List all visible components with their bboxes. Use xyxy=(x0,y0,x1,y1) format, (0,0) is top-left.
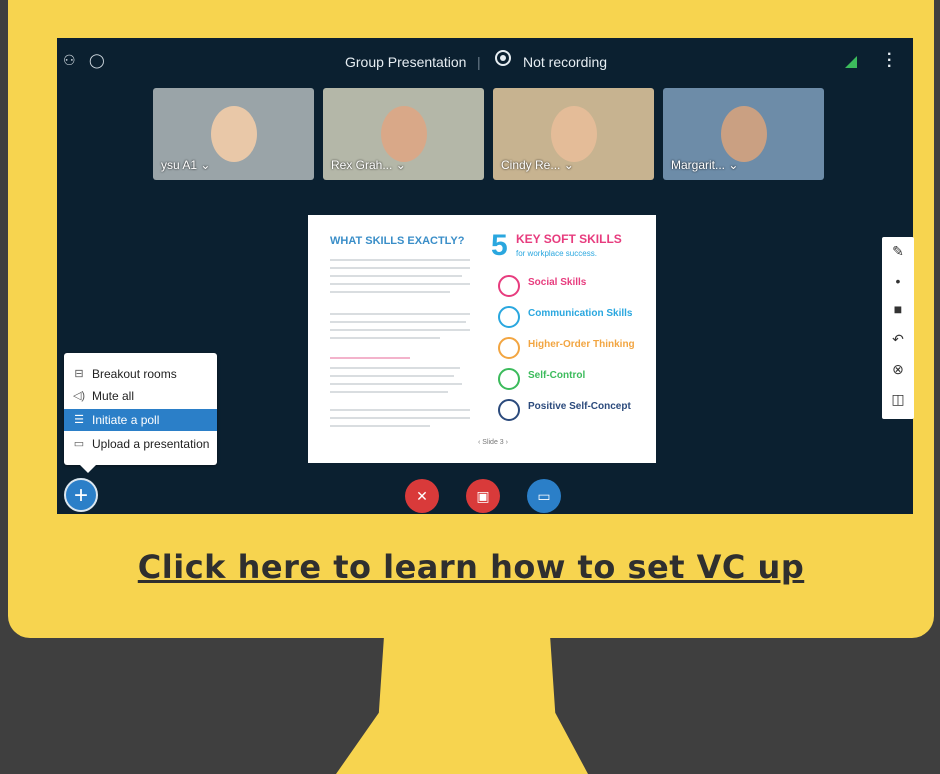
skill-icon xyxy=(498,306,520,328)
camera-off-icon[interactable]: ▣ xyxy=(466,479,500,513)
slide-text-line xyxy=(330,259,470,261)
participant-video[interactable]: Cindy Re... ⌄ xyxy=(493,88,654,180)
color-square-icon[interactable]: ■ xyxy=(882,301,914,317)
participant-name[interactable]: Margarit... ⌄ xyxy=(671,158,738,172)
slide-text-line xyxy=(330,417,470,419)
slide-text-line xyxy=(330,267,470,269)
undo-icon[interactable]: ↶ xyxy=(882,331,914,348)
participant-name[interactable]: Rex Grah... ⌄ xyxy=(331,158,406,172)
mute-all-icon: ◁) xyxy=(72,390,86,402)
menu-item-label: Mute all xyxy=(92,389,135,403)
record-icon[interactable] xyxy=(495,50,511,66)
skill-label: Social Skills xyxy=(528,277,587,288)
menu-item-label: Breakout rooms xyxy=(92,367,177,381)
presentation-slide: WHAT SKILLS EXACTLY? 5 KEY SOFT SKILLS f… xyxy=(308,215,656,463)
skill-icon xyxy=(498,275,520,297)
participant-video[interactable]: ysu A1 ⌄ xyxy=(153,88,314,180)
slide-text-line xyxy=(330,391,448,393)
breakout-rooms-item[interactable]: ⊟ Breakout rooms xyxy=(64,363,217,385)
menu-caret xyxy=(80,465,96,473)
slide-text-line xyxy=(330,367,460,369)
dot-icon[interactable]: • xyxy=(882,273,914,289)
screenshare-icon[interactable]: ▭ xyxy=(527,479,561,513)
signal-icon xyxy=(845,56,857,68)
participant-video[interactable]: Rex Grah... ⌄ xyxy=(323,88,484,180)
whiteboard-toolbar: ✎ • ■ ↶ ⊗ ◫ xyxy=(882,237,914,419)
upload-presentation-item[interactable]: ▭ Upload a presentation xyxy=(64,433,217,455)
menu-item-label: Upload a presentation xyxy=(92,437,210,451)
skill-icon xyxy=(498,399,520,421)
more-vertical-icon[interactable]: · · · xyxy=(887,47,892,75)
slide-text-line xyxy=(330,383,462,385)
slide-text-line xyxy=(330,291,450,293)
slide-right-subtitle: for workplace success. xyxy=(516,249,597,258)
mic-off-icon[interactable]: ✕ xyxy=(405,479,439,513)
slide-text-line xyxy=(330,283,470,285)
menu-item-label: Initiate a poll xyxy=(92,413,160,427)
slide-text-line xyxy=(330,313,470,315)
participant-face xyxy=(550,106,597,162)
participant-face xyxy=(720,106,767,162)
actions-button[interactable]: + xyxy=(64,478,98,512)
poll-icon: ☰ xyxy=(74,414,84,426)
participant-video[interactable]: Margarit... ⌄ xyxy=(663,88,824,180)
monitor-frame: ⚇ ◯ Group Presentation | Not recording ·… xyxy=(8,0,934,638)
skill-label: Positive Self-Concept xyxy=(528,401,631,412)
skill-label: Communication Skills xyxy=(528,308,633,319)
initiate-poll-item[interactable]: ☰ Initiate a poll xyxy=(64,409,217,431)
participant-name[interactable]: ysu A1 ⌄ xyxy=(161,158,210,172)
slide-big-number: 5 xyxy=(491,229,508,262)
skill-label: Higher-Order Thinking xyxy=(528,339,635,350)
slide-text-line xyxy=(330,409,470,411)
slide-navigation[interactable]: ‹ Slide 3 › xyxy=(478,439,508,446)
participant-name[interactable]: Cindy Re... ⌄ xyxy=(501,158,574,172)
actions-menu: ⊟ Breakout rooms ◁) Mute all ☰ Initiate … xyxy=(64,353,217,473)
conference-screen: ⚇ ◯ Group Presentation | Not recording ·… xyxy=(57,38,914,514)
user-icon[interactable]: ⚇ xyxy=(63,52,76,69)
participant-face xyxy=(210,106,257,162)
clear-icon[interactable]: ⊗ xyxy=(882,361,914,378)
slide-text-line xyxy=(330,329,470,331)
slide-text-line xyxy=(330,375,454,377)
monitor-stand xyxy=(336,638,588,774)
slide-left-title: WHAT SKILLS EXACTLY? xyxy=(330,235,465,247)
slide-right-title: KEY SOFT SKILLS xyxy=(516,232,622,246)
presentation-icon: ▭ xyxy=(73,438,85,450)
meeting-title: Group Presentation xyxy=(345,54,467,70)
slide-text-line xyxy=(330,425,430,427)
breakout-rooms-icon: ⊟ xyxy=(74,368,84,380)
skill-label: Self-Control xyxy=(528,370,586,381)
skill-icon xyxy=(498,368,520,390)
top-bar: ⚇ ◯ Group Presentation | Not recording ·… xyxy=(57,38,913,88)
slide-text-line xyxy=(330,275,462,277)
skill-icon xyxy=(498,337,520,359)
participant-face xyxy=(380,106,427,162)
multi-user-icon[interactable]: ◫ xyxy=(882,391,914,408)
mute-all-item[interactable]: ◁) Mute all xyxy=(64,385,217,407)
pencil-icon[interactable]: ✎ xyxy=(882,243,914,260)
slide-text-line xyxy=(330,357,410,359)
title-separator: | xyxy=(477,54,481,70)
help-link[interactable]: Click here to learn how to set VC up xyxy=(8,548,934,586)
recording-status: Not recording xyxy=(523,54,608,70)
chat-icon[interactable]: ◯ xyxy=(89,52,105,69)
slide-text-line xyxy=(330,337,440,339)
slide-text-line xyxy=(330,321,466,323)
